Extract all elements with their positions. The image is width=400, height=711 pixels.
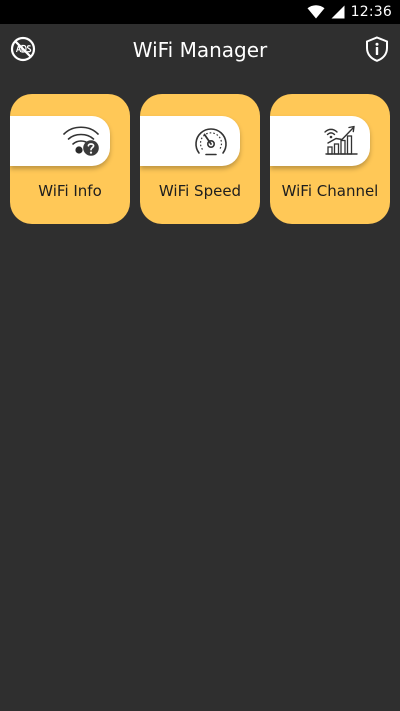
- status-time: 12:36: [350, 4, 392, 20]
- card-wifi-channel[interactable]: WiFi Channel: [270, 94, 390, 224]
- wifi-chart-icon: [324, 125, 358, 155]
- wifi-icon: [307, 5, 325, 19]
- card-wifi-info[interactable]: WiFi Info: [10, 94, 130, 224]
- card-icon-banner: [10, 116, 110, 166]
- speedometer-icon: [195, 128, 227, 156]
- card-label: WiFi Channel: [281, 182, 379, 200]
- feature-cards: WiFi Info WiFi Speed WiFi Channel: [10, 94, 390, 224]
- card-wifi-speed[interactable]: WiFi Speed: [140, 94, 260, 224]
- card-label: WiFi Info: [38, 182, 102, 200]
- status-bar: 12:36: [0, 0, 400, 24]
- card-icon-banner: [270, 116, 370, 166]
- app-bar: WiFi Manager: [0, 24, 400, 76]
- card-label: WiFi Speed: [158, 182, 242, 200]
- status-icons: 12:36: [307, 0, 392, 24]
- signal-icon: [331, 5, 345, 19]
- page-title: WiFi Manager: [132, 38, 268, 62]
- wifi-info-icon: [63, 126, 99, 156]
- card-icon-banner: [140, 116, 240, 166]
- info-shield-icon[interactable]: [365, 36, 389, 62]
